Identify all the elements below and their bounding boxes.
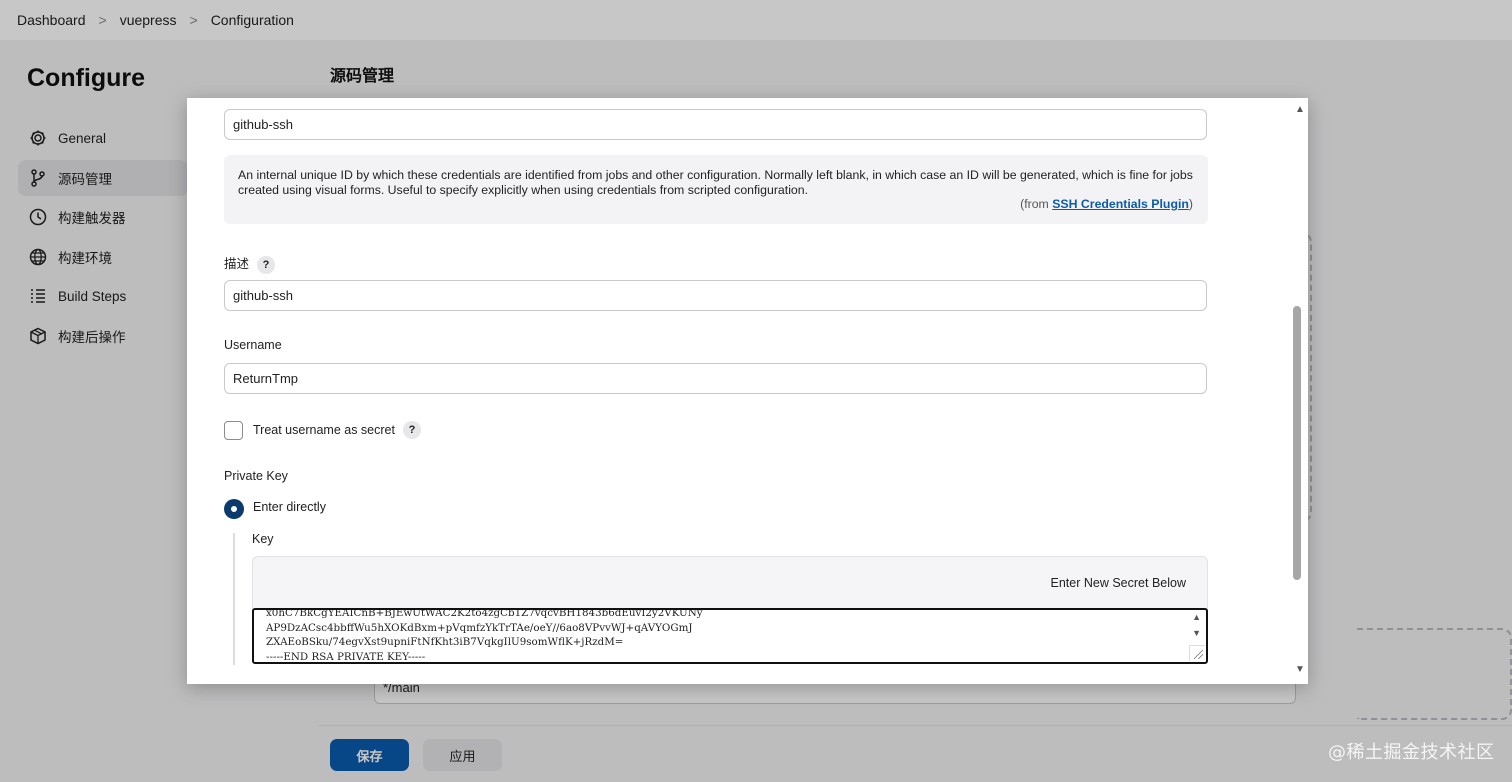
private-key-label: Private Key [224, 469, 288, 483]
username-input[interactable]: ReturnTmp [224, 363, 1207, 394]
key-line: AP9DzACsc4bbffWu5hXOKdBxm+pVqmfzYkTrTAe/… [266, 621, 693, 634]
key-label: Key [252, 532, 274, 546]
key-line: x0hC7BkCgYEAICnB+BJEwUtWAC2K2to4zgCb1Z7v… [266, 608, 703, 619]
key-line: -----END RSA PRIVATE KEY----- [266, 650, 426, 663]
textarea-scroll-up-icon[interactable]: ▲ [1192, 612, 1201, 622]
private-key-text: x0hC7BkCgYEAICnB+BJEwUtWAC2K2to4zgCb1Z7v… [266, 608, 703, 663]
watermark: @稀土掘金技术社区 [1328, 742, 1495, 763]
private-key-textarea[interactable]: x0hC7BkCgYEAICnB+BJEwUtWAC2K2to4zgCb1Z7v… [252, 608, 1208, 664]
dialog-scroll-up-icon[interactable]: ▲ [1295, 104, 1305, 115]
treat-username-secret-row: Treat username as secret? [253, 421, 421, 439]
username-label: Username [224, 338, 282, 352]
dialog-scrollbar-thumb[interactable] [1293, 306, 1301, 580]
description-label: 描述 [224, 257, 250, 271]
help-from-suffix: ) [1188, 197, 1193, 211]
description-help-icon[interactable]: ? [257, 255, 276, 274]
id-help-text: An internal unique ID by which these cre… [238, 168, 1193, 197]
ssh-credentials-plugin-link[interactable]: SSH Credentials Plugin [1052, 197, 1189, 211]
secret-hint: Enter New Secret Below [1050, 576, 1186, 590]
key-line: ZXAEoBSku/74egvXst9upniFtNfKht3iB7VqkgIl… [266, 636, 624, 648]
enter-directly-label: Enter directly [253, 500, 326, 514]
help-source: (from SSH Credentials Plugin) [1020, 197, 1193, 212]
treat-username-secret-label: Treat username as secret [253, 423, 395, 437]
help-from-prefix: (from [1020, 197, 1053, 211]
description-input[interactable]: github-ssh [224, 280, 1207, 311]
description-label-row: 描述? [224, 253, 276, 274]
treat-secret-help-icon[interactable]: ? [402, 421, 421, 439]
textarea-resize-handle[interactable] [1189, 645, 1205, 661]
id-input[interactable]: github-ssh [224, 109, 1207, 140]
secret-header: Enter New Secret Below [252, 556, 1208, 612]
treat-username-secret-checkbox[interactable] [224, 421, 243, 440]
textarea-scroll-down-icon[interactable]: ▼ [1192, 628, 1201, 638]
dialog-scroll-down-icon[interactable]: ▼ [1295, 664, 1305, 675]
nested-section-line [233, 533, 235, 665]
id-help-box: An internal unique ID by which these cre… [224, 155, 1208, 224]
add-credentials-dialog: github-ssh An internal unique ID by whic… [187, 98, 1308, 684]
enter-directly-radio[interactable] [224, 499, 244, 519]
